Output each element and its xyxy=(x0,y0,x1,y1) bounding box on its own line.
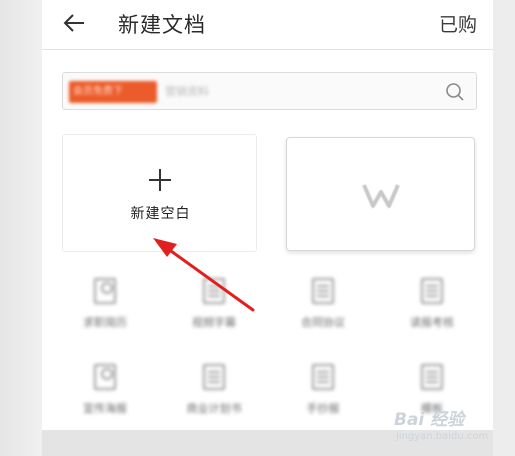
handout-doc-icon xyxy=(312,364,334,390)
wps-template-card[interactable] xyxy=(286,137,475,251)
new-blank-label: 新建空白 xyxy=(130,206,191,222)
template-label: 读报考核 xyxy=(410,316,454,329)
app-header: 新建文档 已购 xyxy=(42,0,493,50)
watermark-brand: Bai 经验 xyxy=(394,410,465,430)
template-label: 合同协议 xyxy=(301,316,345,329)
watermark-url: jingyan.baidu.com xyxy=(396,431,489,442)
chart-doc-icon xyxy=(421,278,443,304)
template-doc-icon xyxy=(421,364,443,390)
poster-doc-icon xyxy=(94,364,116,390)
search-icon[interactable] xyxy=(444,81,466,103)
background-right xyxy=(493,0,515,456)
background-left xyxy=(0,0,42,456)
grid-doc-icon xyxy=(203,278,225,304)
template-label: 求职简历 xyxy=(83,316,127,329)
search-input[interactable]: 营销资料 xyxy=(165,83,209,99)
purchased-button[interactable]: 已购 xyxy=(439,10,477,37)
template-label: 视频字幕 xyxy=(192,316,236,329)
template-item[interactable]: 视频字幕 xyxy=(169,278,259,358)
back-button[interactable] xyxy=(60,8,90,38)
new-blank-button[interactable]: 新建空白 xyxy=(62,134,257,252)
person-doc-icon xyxy=(94,278,116,304)
arrow-left-icon xyxy=(63,14,84,32)
contract-doc-icon xyxy=(312,278,334,304)
page-title: 新建文档 xyxy=(118,13,206,37)
plus-icon xyxy=(149,169,171,191)
template-item[interactable]: 读报考核 xyxy=(387,278,477,358)
wps-logo-icon xyxy=(362,184,400,208)
template-label: 宣传海报 xyxy=(83,402,127,415)
template-item[interactable]: 合同协议 xyxy=(278,278,368,358)
member-free-tag[interactable]: 会员免费下 xyxy=(69,81,157,103)
baidu-watermark: Bai 经验 jingyan.baidu.com xyxy=(394,405,504,449)
template-label: 手抄报 xyxy=(306,402,340,415)
search-bar[interactable]: 会员免费下 营销资料 xyxy=(62,72,477,110)
template-label: 商业计划书 xyxy=(186,402,242,415)
plan-doc-icon xyxy=(203,364,225,390)
template-item[interactable]: 求职简历 xyxy=(60,278,150,358)
new-document-screen: 新建文档 已购 会员免费下 营销资料 新建空白 求职简历 视频字幕 合同协议 读… xyxy=(42,0,493,430)
